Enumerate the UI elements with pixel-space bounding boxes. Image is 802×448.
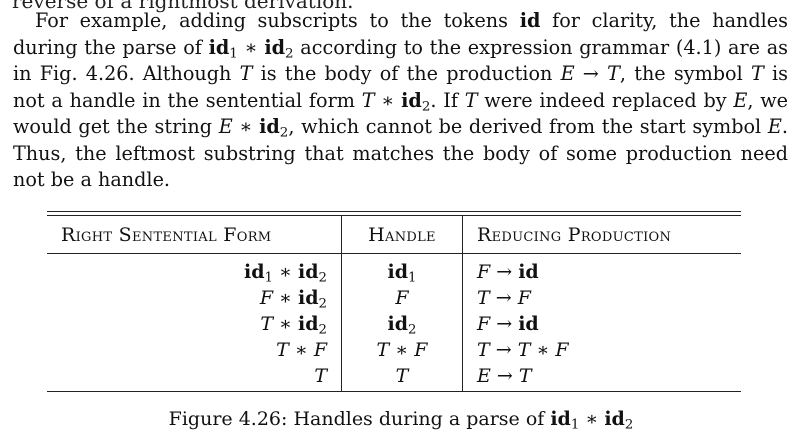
symbol-T: T bbox=[607, 62, 620, 85]
table-row: id1 ∗ id2 id1 F → id bbox=[47, 253, 741, 286]
header-right-sentential-form: Right Sentential Form bbox=[47, 216, 342, 254]
symbol-E: E bbox=[733, 88, 748, 112]
header-handle: Handle bbox=[341, 216, 463, 254]
text-segment: , the symbol bbox=[619, 62, 751, 85]
cell-production: T → F bbox=[462, 285, 741, 311]
symbol-T: T bbox=[361, 88, 375, 112]
subscript: 1 bbox=[229, 45, 238, 61]
symbol-T: T bbox=[239, 62, 253, 85]
cell-handle: id1 bbox=[341, 253, 463, 285]
body-paragraph: For example, adding subscripts to the to… bbox=[13, 8, 788, 194]
text-segment: For example, adding subscripts to the to… bbox=[35, 9, 520, 32]
subscript: 2 bbox=[285, 45, 294, 61]
cell-sentential-form: T bbox=[314, 365, 327, 387]
handles-table-grid: Right Sentential Form Handle Reducing Pr… bbox=[47, 216, 741, 391]
table-row: F ∗ id2 F T → F bbox=[47, 285, 741, 311]
text-segment: , which cannot be derived from the start… bbox=[288, 115, 768, 138]
cell-production: E → T bbox=[462, 363, 741, 391]
figure-caption: Figure 4.26: Handles during a parse of i… bbox=[0, 408, 802, 433]
caption-prefix: Figure 4.26: Handles during a parse of bbox=[168, 408, 551, 430]
cell-handle: F bbox=[341, 285, 463, 311]
table-body: id1 ∗ id2 id1 F → id F ∗ id2 F T → FT ∗ id2 id… bbox=[47, 253, 741, 391]
table-top-rule bbox=[47, 211, 741, 212]
symbol-T: T bbox=[464, 88, 478, 112]
text-segment: . If bbox=[430, 88, 465, 112]
token-id: id bbox=[208, 35, 230, 59]
cell-handle: T ∗ F bbox=[341, 337, 463, 363]
caption-expression: id1 ∗ id2 bbox=[550, 408, 634, 433]
token-id: id bbox=[259, 115, 280, 138]
header-reducing-production: Reducing Production bbox=[462, 216, 741, 254]
cell-sentential-form: T ∗ id2 bbox=[260, 313, 327, 338]
handles-table: Right Sentential Form Handle Reducing Pr… bbox=[47, 211, 741, 392]
star-operator: ∗ bbox=[232, 115, 260, 138]
table-row: TTE → T bbox=[47, 363, 741, 391]
text-segment: is the body of the production bbox=[252, 62, 561, 85]
symbol-E: E bbox=[767, 115, 782, 138]
symbol-T: T bbox=[750, 62, 764, 85]
cell-handle: id2 bbox=[341, 311, 463, 337]
token-id: id bbox=[519, 9, 541, 32]
cell-sentential-form: id1 ∗ id2 bbox=[244, 261, 327, 286]
table-row: T ∗ FT ∗ FT → T ∗ F bbox=[47, 337, 741, 363]
cell-handle: T bbox=[341, 363, 463, 391]
cell-production: F → id bbox=[462, 311, 741, 337]
cell-production: F → id bbox=[462, 253, 741, 285]
cell-production: T → T ∗ F bbox=[462, 337, 741, 363]
cell-sentential-form: T ∗ F bbox=[276, 339, 327, 361]
cell-sentential-form: F ∗ id2 bbox=[259, 287, 327, 312]
table-header-row: Right Sentential Form Handle Reducing Pr… bbox=[47, 216, 741, 254]
table-bottom-rule bbox=[47, 391, 741, 392]
text-segment: were indeed replaced by bbox=[477, 88, 734, 112]
symbol-E: E bbox=[218, 115, 233, 138]
arrow: → bbox=[574, 62, 608, 85]
star-operator: ∗ bbox=[237, 35, 265, 59]
token-id: id bbox=[401, 88, 422, 112]
star-operator: ∗ bbox=[374, 88, 402, 112]
symbol-E: E bbox=[560, 62, 575, 85]
token-id: id bbox=[264, 35, 286, 59]
table-row: T ∗ id2 id2 F → id bbox=[47, 311, 741, 337]
